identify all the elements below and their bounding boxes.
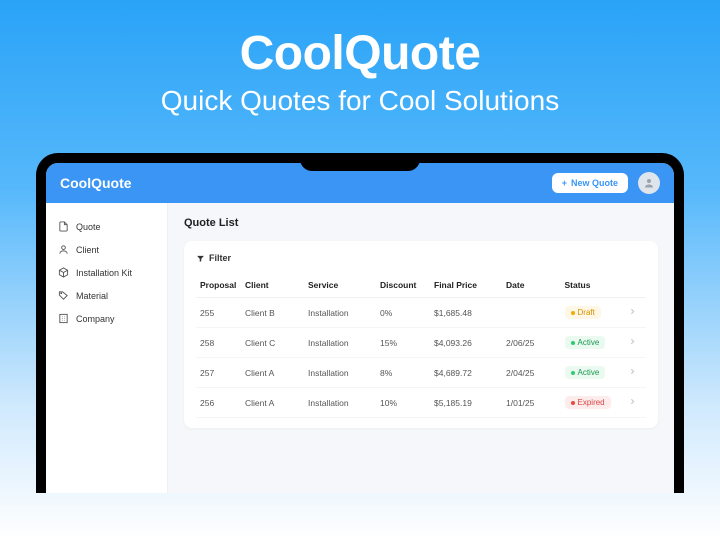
filter-icon bbox=[196, 254, 205, 263]
cell-price: $5,185.19 bbox=[430, 388, 502, 418]
col-proposal: Proposal bbox=[196, 273, 241, 298]
table-row[interactable]: 257Client AInstallation8%$4,689.722/04/2… bbox=[196, 358, 646, 388]
file-icon bbox=[58, 221, 69, 232]
page-title: Quote List bbox=[184, 217, 658, 229]
col-status: Status bbox=[561, 273, 624, 298]
sidebar-item-label: Material bbox=[76, 291, 108, 301]
sidebar-item-installation-kit[interactable]: Installation Kit bbox=[46, 261, 167, 284]
cell-discount: 0% bbox=[376, 298, 430, 328]
row-expand[interactable] bbox=[624, 388, 647, 418]
table-row[interactable]: 255Client BInstallation0%$1,685.48 Draft bbox=[196, 298, 646, 328]
cell-service: Installation bbox=[304, 328, 376, 358]
status-dot-icon bbox=[571, 401, 575, 405]
cell-date: 2/04/25 bbox=[502, 358, 561, 388]
col-client: Client bbox=[241, 273, 304, 298]
building-icon bbox=[58, 313, 69, 324]
cell-proposal: 257 bbox=[196, 358, 241, 388]
cell-discount: 8% bbox=[376, 358, 430, 388]
sidebar-item-label: Company bbox=[76, 314, 115, 324]
hero: CoolQuote Quick Quotes for Cool Solution… bbox=[0, 0, 720, 135]
chevron-right-icon bbox=[628, 307, 637, 316]
cell-price: $4,093.26 bbox=[430, 328, 502, 358]
cell-status: Active bbox=[561, 328, 624, 358]
sidebar-item-label: Client bbox=[76, 245, 99, 255]
sidebar-item-label: Installation Kit bbox=[76, 268, 132, 278]
cell-client: Client B bbox=[241, 298, 304, 328]
row-expand[interactable] bbox=[624, 358, 647, 388]
hero-subtitle: Quick Quotes for Cool Solutions bbox=[0, 85, 720, 117]
user-icon bbox=[58, 244, 69, 255]
topbar-right: + New Quote bbox=[552, 172, 660, 194]
cell-date: 1/01/25 bbox=[502, 388, 561, 418]
app-body: Quote Client Installation Kit Material C… bbox=[46, 203, 674, 493]
sidebar-item-material[interactable]: Material bbox=[46, 284, 167, 307]
quote-card: Filter Proposal Client Service Discount … bbox=[184, 241, 658, 428]
device-notch bbox=[300, 153, 420, 171]
avatar[interactable] bbox=[638, 172, 660, 194]
tag-icon bbox=[58, 290, 69, 301]
col-discount: Discount bbox=[376, 273, 430, 298]
brand-logo: CoolQuote bbox=[60, 175, 132, 191]
row-expand[interactable] bbox=[624, 328, 647, 358]
quote-table: Proposal Client Service Discount Final P… bbox=[196, 273, 646, 418]
cell-proposal: 256 bbox=[196, 388, 241, 418]
new-quote-label: New Quote bbox=[571, 178, 618, 188]
cell-client: Client C bbox=[241, 328, 304, 358]
cell-service: Installation bbox=[304, 358, 376, 388]
cell-status: Active bbox=[561, 358, 624, 388]
row-expand[interactable] bbox=[624, 298, 647, 328]
user-icon bbox=[643, 177, 655, 189]
cell-client: Client A bbox=[241, 358, 304, 388]
sidebar: Quote Client Installation Kit Material C… bbox=[46, 203, 168, 493]
cell-discount: 10% bbox=[376, 388, 430, 418]
col-service: Service bbox=[304, 273, 376, 298]
app-screen: CoolQuote + New Quote Quote Clie bbox=[46, 163, 674, 493]
col-actions bbox=[624, 273, 647, 298]
filter-button[interactable]: Filter bbox=[196, 251, 646, 273]
cell-date: 2/06/25 bbox=[502, 328, 561, 358]
col-date: Date bbox=[502, 273, 561, 298]
cell-service: Installation bbox=[304, 298, 376, 328]
table-row[interactable]: 258Client CInstallation15%$4,093.262/06/… bbox=[196, 328, 646, 358]
status-dot-icon bbox=[571, 341, 575, 345]
cell-proposal: 258 bbox=[196, 328, 241, 358]
cell-client: Client A bbox=[241, 388, 304, 418]
cell-discount: 15% bbox=[376, 328, 430, 358]
filter-label: Filter bbox=[209, 253, 231, 263]
hero-title: CoolQuote bbox=[0, 26, 720, 81]
cell-proposal: 255 bbox=[196, 298, 241, 328]
main-content: Quote List Filter Proposal Client Servic… bbox=[168, 203, 674, 493]
sidebar-item-label: Quote bbox=[76, 222, 101, 232]
status-badge: Active bbox=[565, 366, 606, 379]
sidebar-item-quote[interactable]: Quote bbox=[46, 215, 167, 238]
status-badge: Active bbox=[565, 336, 606, 349]
chevron-right-icon bbox=[628, 367, 637, 376]
cell-status: Expired bbox=[561, 388, 624, 418]
table-header-row: Proposal Client Service Discount Final P… bbox=[196, 273, 646, 298]
package-icon bbox=[58, 267, 69, 278]
plus-icon: + bbox=[562, 178, 567, 188]
chevron-right-icon bbox=[628, 397, 637, 406]
sidebar-item-company[interactable]: Company bbox=[46, 307, 167, 330]
status-dot-icon bbox=[571, 371, 575, 375]
new-quote-button[interactable]: + New Quote bbox=[552, 173, 628, 193]
chevron-right-icon bbox=[628, 337, 637, 346]
sidebar-item-client[interactable]: Client bbox=[46, 238, 167, 261]
table-row[interactable]: 256Client AInstallation10%$5,185.191/01/… bbox=[196, 388, 646, 418]
cell-price: $4,689.72 bbox=[430, 358, 502, 388]
status-badge: Expired bbox=[565, 396, 611, 409]
col-price: Final Price bbox=[430, 273, 502, 298]
status-dot-icon bbox=[571, 311, 575, 315]
cell-status: Draft bbox=[561, 298, 624, 328]
cell-price: $1,685.48 bbox=[430, 298, 502, 328]
table-body: 255Client BInstallation0%$1,685.48Draft2… bbox=[196, 298, 646, 418]
status-badge: Draft bbox=[565, 306, 601, 319]
cell-service: Installation bbox=[304, 388, 376, 418]
cell-date bbox=[502, 298, 561, 328]
device-frame: CoolQuote + New Quote Quote Clie bbox=[36, 153, 684, 493]
